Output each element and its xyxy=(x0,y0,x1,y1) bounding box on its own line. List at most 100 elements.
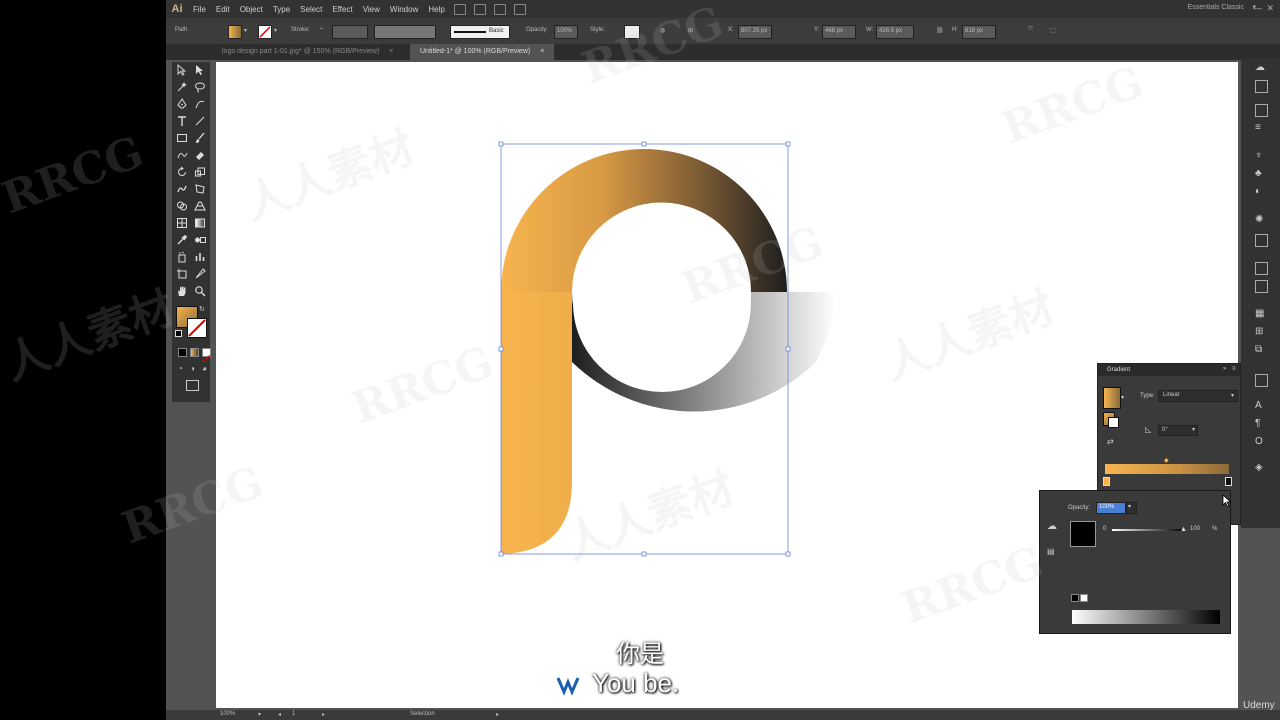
menu-file[interactable]: File xyxy=(188,5,211,14)
pathfinder-icon[interactable] xyxy=(1255,280,1268,293)
stroke-caret-icon[interactable]: ▾ xyxy=(274,27,277,34)
rectangle-tool-icon[interactable] xyxy=(176,132,188,144)
next-artboard-icon[interactable]: ▸ xyxy=(322,711,325,718)
transform-panel-icon[interactable]: ⊞ xyxy=(1255,326,1266,337)
zoom-caret-icon[interactable]: ▾ xyxy=(258,711,261,718)
draw-normal-icon[interactable]: ◔ xyxy=(178,364,183,373)
panel-menu-icon[interactable]: ≡ xyxy=(1232,366,1236,372)
grayscale-ramp[interactable] xyxy=(1072,610,1220,624)
gradient-midpoint-icon[interactable]: ◆ xyxy=(1164,457,1169,464)
symbol-sprayer-tool-icon[interactable] xyxy=(176,251,188,263)
appearance-icon[interactable]: ✺ xyxy=(1255,214,1266,225)
opacity-field[interactable]: 100% xyxy=(554,25,578,39)
perspective-grid-tool-icon[interactable] xyxy=(194,200,206,212)
menu-help[interactable]: Help xyxy=(423,5,449,14)
hand-tool-icon[interactable] xyxy=(176,285,188,297)
stop-color-swatch[interactable] xyxy=(1070,521,1096,547)
stock-icon[interactable] xyxy=(473,3,486,15)
menu-edit[interactable]: Edit xyxy=(211,5,235,14)
menu-select[interactable]: Select xyxy=(295,5,327,14)
opentype-icon[interactable]: O xyxy=(1255,436,1266,447)
paintbrush-tool-icon[interactable] xyxy=(194,132,206,144)
magic-wand-tool-icon[interactable] xyxy=(176,81,188,93)
align-panel-icon[interactable] xyxy=(1255,234,1268,247)
line-segment-tool-icon[interactable] xyxy=(194,115,206,127)
bridge-icon[interactable] xyxy=(453,3,466,15)
graphic-styles-icon[interactable]: ◐ xyxy=(1255,186,1266,197)
gpu-performance-icon[interactable] xyxy=(513,3,526,15)
brushes-icon[interactable]: ♆ xyxy=(1255,150,1266,161)
direct-selection-tool-icon[interactable] xyxy=(194,64,206,76)
layers-icon[interactable]: ◈ xyxy=(1255,462,1266,473)
shape-builder-tool-icon[interactable] xyxy=(176,200,188,212)
default-colors-icon[interactable] xyxy=(175,330,182,337)
menu-type[interactable]: Type xyxy=(268,5,295,14)
none-mode-icon[interactable] xyxy=(202,348,211,363)
arrange-documents-icon[interactable] xyxy=(493,3,506,15)
collapse-panel-icon[interactable]: » xyxy=(1223,366,1226,372)
color-mode-icon[interactable] xyxy=(178,348,187,357)
opacity-slider-track[interactable]: ▲ xyxy=(1112,526,1187,533)
p-stem[interactable] xyxy=(501,292,572,554)
screen-mode-icon[interactable] xyxy=(186,380,199,391)
layers-menu-icon[interactable]: ≡ xyxy=(1255,122,1266,133)
swap-fill-stroke-icon[interactable]: ↻ xyxy=(199,305,205,313)
gradient-stop-left[interactable] xyxy=(1103,477,1110,486)
black-swatch[interactable] xyxy=(1071,594,1079,602)
gradient-stop-right[interactable] xyxy=(1225,477,1232,486)
stroke-stepper-icon[interactable]: ⌃ xyxy=(319,27,324,34)
white-swatch[interactable] xyxy=(1080,594,1088,602)
gradient-tool-icon[interactable] xyxy=(194,217,206,229)
artboard-number[interactable]: 1 xyxy=(292,711,295,717)
workspace-switcher[interactable]: Essentials Classic xyxy=(1188,4,1244,11)
paragraph-icon[interactable]: ¶ xyxy=(1255,418,1266,429)
h-field[interactable]: 616 px xyxy=(962,25,996,39)
close-tab-icon[interactable]: × xyxy=(389,48,393,55)
stroke-weight-field[interactable] xyxy=(332,25,368,39)
scale-tool-icon[interactable] xyxy=(194,166,206,178)
type-tool-icon[interactable] xyxy=(176,115,188,127)
color-mode-toggle-icon[interactable]: ☁ xyxy=(1047,521,1057,532)
transform-icon[interactable]: ⤧ xyxy=(1028,27,1033,34)
eraser-tool-icon[interactable] xyxy=(194,149,206,161)
fill-caret-icon[interactable]: ▾ xyxy=(244,27,247,34)
menu-window[interactable]: Window xyxy=(385,5,423,14)
artboards-icon[interactable]: ⧉ xyxy=(1255,344,1266,355)
zoom-level[interactable]: 100% xyxy=(220,711,235,717)
curvature-tool-icon[interactable] xyxy=(194,98,206,110)
gradient-panel-title[interactable]: Gradient xyxy=(1107,367,1130,373)
previous-artboard-icon[interactable]: ◂ xyxy=(278,711,281,718)
warp-tool-icon[interactable] xyxy=(176,183,188,195)
x-field[interactable]: 807.25 px xyxy=(738,25,772,39)
character-icon[interactable]: A xyxy=(1255,400,1266,411)
pen-tool-icon[interactable] xyxy=(176,98,188,110)
gradient-stroke-swatch[interactable] xyxy=(1108,417,1119,428)
reverse-gradient-icon[interactable]: ⇄ xyxy=(1107,437,1114,446)
minimize-icon[interactable]: — xyxy=(1253,3,1262,13)
mesh-tool-icon[interactable] xyxy=(176,217,188,229)
column-graph-tool-icon[interactable] xyxy=(194,251,206,263)
y-field[interactable]: 466 px xyxy=(822,25,856,39)
constrain-proportions-icon[interactable]: ⛓ xyxy=(936,27,944,34)
draw-behind-icon[interactable]: ◑ xyxy=(190,364,195,373)
swatches-icon[interactable]: ▦ xyxy=(1255,308,1266,319)
draw-inside-icon[interactable]: ◕ xyxy=(202,364,207,373)
shaper-tool-icon[interactable] xyxy=(176,149,188,161)
menu-object[interactable]: Object xyxy=(235,5,268,14)
zoom-tool-icon[interactable] xyxy=(194,285,206,297)
tab-untitled[interactable]: Untitled-1* @ 100% (RGB/Preview) × xyxy=(410,44,555,60)
menu-view[interactable]: View xyxy=(358,5,385,14)
blend-tool-icon[interactable] xyxy=(194,234,206,246)
export-icon[interactable] xyxy=(1255,262,1268,275)
stroke-swatch[interactable] xyxy=(258,25,272,39)
isolate-icon[interactable]: ⬚ xyxy=(1050,27,1056,34)
fill-swatch[interactable] xyxy=(228,25,242,39)
gradient-preview-caret-icon[interactable]: ▾ xyxy=(1121,394,1124,401)
document-info-icon[interactable] xyxy=(1255,80,1268,93)
gradient-panel-icon[interactable] xyxy=(1255,374,1268,387)
eyedropper-tool-icon[interactable] xyxy=(176,234,188,246)
close-window-icon[interactable]: ✕ xyxy=(1266,3,1274,14)
artboard-tool-icon[interactable] xyxy=(176,268,188,280)
close-tab-icon[interactable]: × xyxy=(540,48,544,55)
opacity-dropdown-caret-icon[interactable]: ▾ xyxy=(1126,502,1137,514)
